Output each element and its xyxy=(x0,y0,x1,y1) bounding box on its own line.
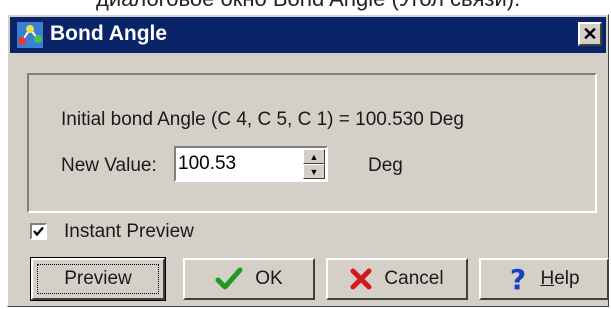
background-caption: диалоговое окно Bond Angle (Угол связи). xyxy=(0,0,611,12)
initial-angle-text: Initial bond Angle (C 4, C 5, C 1) = 100… xyxy=(61,109,464,130)
checkmark-icon xyxy=(33,226,44,237)
dialog-title: Bond Angle xyxy=(50,22,168,45)
help-button[interactable]: ? Help xyxy=(479,258,609,300)
angle-group-box: Initial bond Angle (C 4, C 5, C 1) = 100… xyxy=(27,73,597,213)
close-button[interactable]: ✕ xyxy=(578,22,602,46)
bond-angle-dialog: Bond Angle ✕ Initial bond Angle (C 4, C … xyxy=(7,14,609,307)
new-value-label: New Value: xyxy=(61,155,157,176)
new-value-spinner: ▲ ▼ xyxy=(174,146,328,182)
title-bar[interactable]: Bond Angle ✕ xyxy=(10,17,606,53)
help-button-label: Help xyxy=(540,268,580,289)
unit-label: Deg xyxy=(368,155,403,176)
arrow-up-icon: ▲ xyxy=(309,151,319,162)
question-mark-icon: ? xyxy=(508,265,528,293)
checkmark-icon xyxy=(215,267,243,291)
svg-text:?: ? xyxy=(510,265,526,293)
instant-preview-label: Instant Preview xyxy=(64,221,194,242)
cancel-button[interactable]: Cancel xyxy=(326,258,468,300)
preview-button[interactable]: Preview xyxy=(30,257,166,301)
cancel-button-label: Cancel xyxy=(384,268,444,289)
focus-rectangle xyxy=(37,264,159,294)
spin-down-button[interactable]: ▼ xyxy=(303,164,325,179)
new-value-input[interactable] xyxy=(178,150,298,178)
molecule-app-icon xyxy=(17,22,43,48)
ok-button[interactable]: OK xyxy=(183,258,315,300)
red-x-icon xyxy=(350,268,372,290)
close-icon: ✕ xyxy=(582,24,598,44)
instant-preview-checkbox[interactable] xyxy=(30,223,47,240)
arrow-down-icon: ▼ xyxy=(309,166,319,177)
spin-up-button[interactable]: ▲ xyxy=(303,149,325,164)
ok-button-label: OK xyxy=(255,268,283,289)
